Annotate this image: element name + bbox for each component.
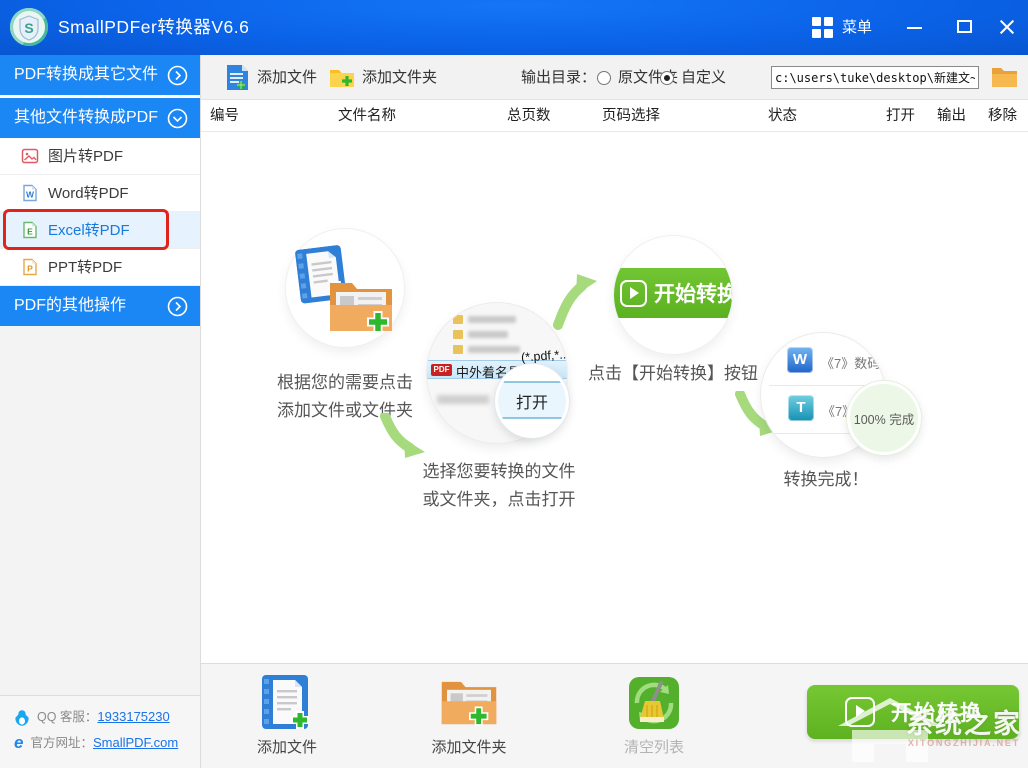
word-file-icon: W [23, 184, 37, 202]
sidebar-section-pdf-to-other[interactable]: PDF转换成其它文件 [0, 55, 200, 95]
menu-grid-icon[interactable] [812, 17, 833, 38]
maximize-button[interactable] [948, 0, 982, 55]
add-file-label: 添加文件 [257, 69, 318, 86]
start-convert-button-label: 开始转换 [891, 702, 983, 725]
add-folder-big-label: 添加文件夹 [431, 739, 507, 756]
qq-number-link[interactable]: 1933175230 [97, 709, 169, 724]
contact-panel: QQ 客服：1933175230 e 官方网址：SmallPDF.com [0, 695, 200, 768]
sidebar: PDF转换成其它文件 其他文件转换成PDF 图片转PDF W Word转PDF … [0, 55, 201, 768]
add-file-big-button[interactable]: 添加文件 [227, 664, 347, 768]
excel-file-icon: E [23, 221, 37, 239]
image-icon [21, 148, 39, 164]
toolbar: 添加文件 添加文件夹 输出目录： 原文件夹 自定义 [201, 55, 1028, 100]
sidebar-item-image-to-pdf[interactable]: 图片转PDF [0, 138, 200, 175]
add-folder-big-button[interactable]: 添加文件夹 [409, 664, 529, 768]
radio-custom-label[interactable]: 自定义 [681, 55, 726, 100]
browse-folder-icon[interactable] [991, 65, 1018, 88]
ie-browser-icon: e [14, 733, 24, 752]
start-convert-button[interactable]: 开始转换 [807, 685, 1019, 739]
sidebar-item-label: PPT转PDF [48, 259, 123, 276]
sidebar-item-label: 图片转PDF [48, 148, 124, 165]
sidebar-item-label: Excel转PDF [48, 222, 130, 239]
step2-caption: 选择您要转换的文件 或文件夹，点击打开 [422, 462, 576, 509]
clear-list-label: 清空列表 [623, 739, 684, 756]
sidebar-section-pdf-other-ops[interactable]: PDF的其他操作 [0, 286, 200, 326]
watermark-sub-text: XITONGZHIJIA.NET [907, 738, 1020, 748]
content-area: 添加文件 添加文件夹 输出目录： 原文件夹 自定义 编号 文件名称 总页数 页码… [201, 55, 1028, 768]
output-dir-label: 输出目录： [521, 69, 597, 86]
app-logo-icon: S [10, 8, 48, 46]
col-page-select: 页码选择 [602, 108, 660, 124]
menu-button[interactable]: 菜单 [842, 0, 872, 55]
add-file-big-label: 添加文件 [256, 739, 317, 756]
qq-service-label: QQ 客服： [37, 710, 98, 724]
ppt-file-icon: P [23, 258, 37, 276]
qq-icon [15, 709, 29, 726]
add-file-big-icon [262, 675, 309, 729]
chevron-down-circle-icon [167, 108, 188, 129]
sidebar-item-ppt-to-pdf[interactable]: P PPT转PDF [0, 249, 200, 286]
chevron-right-circle-icon [167, 65, 188, 86]
svg-text:S: S [24, 20, 33, 36]
arrow-up-right-icon [553, 274, 597, 330]
col-index: 编号 [210, 108, 239, 124]
pdf-badge-icon: PDF [431, 364, 452, 376]
minimize-button[interactable] [898, 0, 932, 55]
add-folder-big-icon [441, 681, 497, 726]
result-row1-text: 《7》数码 [821, 356, 881, 371]
arrow-down-right-icon [380, 413, 425, 458]
sidebar-item-word-to-pdf[interactable]: W Word转PDF [0, 175, 200, 212]
chevron-right-circle-icon [167, 296, 188, 317]
sidebar-section-other-to-pdf[interactable]: 其他文件转换成PDF [0, 98, 200, 138]
clear-list-button[interactable]: 清空列表 [594, 664, 714, 768]
section-label: PDF转换成其它文件 [14, 66, 159, 83]
add-folder-icon [330, 70, 354, 87]
radio-original-folder[interactable] [597, 71, 611, 85]
col-filename: 文件名称 [338, 108, 396, 124]
svg-text:P: P [27, 264, 33, 274]
tutorial-canvas: 根据您的需要点击 添加文件或文件夹 PDF 中外着名景 (*.pdf,*.. 打… [201, 132, 1028, 663]
section-label: PDF的其他操作 [14, 297, 127, 314]
word-badge-icon: W [787, 347, 813, 373]
step3-caption: 点击【开始转换】按钮 [588, 364, 758, 383]
add-file-button[interactable]: 添加文件 [226, 55, 336, 100]
close-button[interactable] [990, 0, 1024, 55]
radio-custom[interactable] [660, 71, 674, 85]
svg-text:W: W [26, 190, 35, 200]
col-total-pages: 总页数 [507, 108, 551, 124]
output-path-input[interactable] [771, 66, 979, 89]
start-convert-illustration: 开始转换 [614, 268, 732, 318]
app-title: SmallPDFer转换器V6.6 [58, 17, 250, 37]
clear-list-icon [629, 677, 679, 729]
sidebar-item-label: Word转PDF [48, 185, 129, 202]
step4-caption: 转换完成！ [783, 470, 869, 489]
col-remove: 移除 [988, 108, 1017, 124]
col-output: 输出 [937, 108, 966, 124]
add-folder-label: 添加文件夹 [362, 69, 438, 86]
add-file-icon [227, 65, 248, 90]
progress-bubble: 100% 完成 [847, 381, 921, 455]
file-table-header: 编号 文件名称 总页数 页码选择 状态 打开 输出 移除 [201, 100, 1028, 132]
folder-add-icon [330, 283, 392, 333]
titlebar: S SmallPDFer转换器V6.6 菜单 [0, 0, 1028, 55]
progress-text: 100% 完成 [853, 412, 915, 427]
section-label: 其他文件转换成PDF [14, 109, 159, 126]
step1-bubble [286, 229, 404, 347]
txt-badge-icon: T [788, 395, 814, 421]
sidebar-item-excel-to-pdf[interactable]: E Excel转PDF [0, 209, 200, 250]
col-open: 打开 [886, 108, 915, 124]
website-link[interactable]: SmallPDF.com [93, 735, 178, 750]
website-label: 官方网址： [30, 736, 93, 750]
svg-text:E: E [27, 227, 33, 237]
open-button-label: 打开 [515, 395, 548, 412]
start-convert-label: 开始转换 [654, 283, 732, 306]
step3-bubble: 开始转换 [614, 236, 732, 354]
play-icon [620, 279, 647, 307]
play-icon [845, 697, 875, 727]
col-status: 状态 [768, 108, 797, 124]
add-folder-button[interactable]: 添加文件夹 [329, 55, 459, 100]
bottom-action-bar: 添加文件 添加文件夹 清空列表 开始转换 系统之家 XITONGZHIJIA.N… [201, 663, 1028, 768]
